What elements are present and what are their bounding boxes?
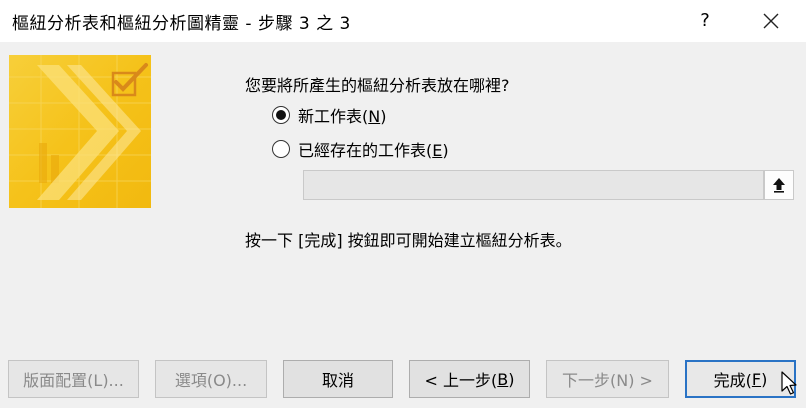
finish-button[interactable]: 完成(F) [685,360,796,398]
upload-arrow-icon [773,178,785,193]
help-button[interactable]: ? [690,6,720,36]
range-input[interactable] [303,170,764,200]
options-button[interactable]: 選項(O)... [155,360,267,398]
next-button[interactable]: 下一步(N) > [546,360,669,398]
existing-worksheet-option[interactable]: 已經存在的工作表(E) [272,137,449,161]
new-worksheet-option[interactable]: 新工作表(N) [272,103,386,127]
back-button[interactable]: < 上一步(B) [409,360,530,398]
wizard-graphic [9,55,151,208]
existing-worksheet-radio[interactable] [272,140,290,158]
placement-question: 您要將所產生的樞紐分析表放在哪裡? [245,76,510,95]
dialog-title: 樞紐分析表和樞紐分析圖精靈 - 步驟 3 之 3 [12,14,351,34]
collapse-dialog-button[interactable] [764,170,794,200]
cancel-button[interactable]: 取消 [283,360,393,398]
existing-worksheet-label: 已經存在的工作表(E) [298,141,449,160]
layout-button[interactable]: 版面配置(L)... [8,360,139,398]
new-worksheet-label: 新工作表(N) [298,107,387,126]
info-text: 按一下 [完成] 按鈕即可開始建立樞紐分析表。 [245,231,572,250]
mouse-pointer-icon [781,371,797,395]
title-bar: 樞紐分析表和樞紐分析圖精靈 - 步驟 3 之 3 ? [0,0,806,42]
close-icon [763,13,779,29]
close-button[interactable] [756,6,786,36]
new-worksheet-radio[interactable] [272,106,290,124]
